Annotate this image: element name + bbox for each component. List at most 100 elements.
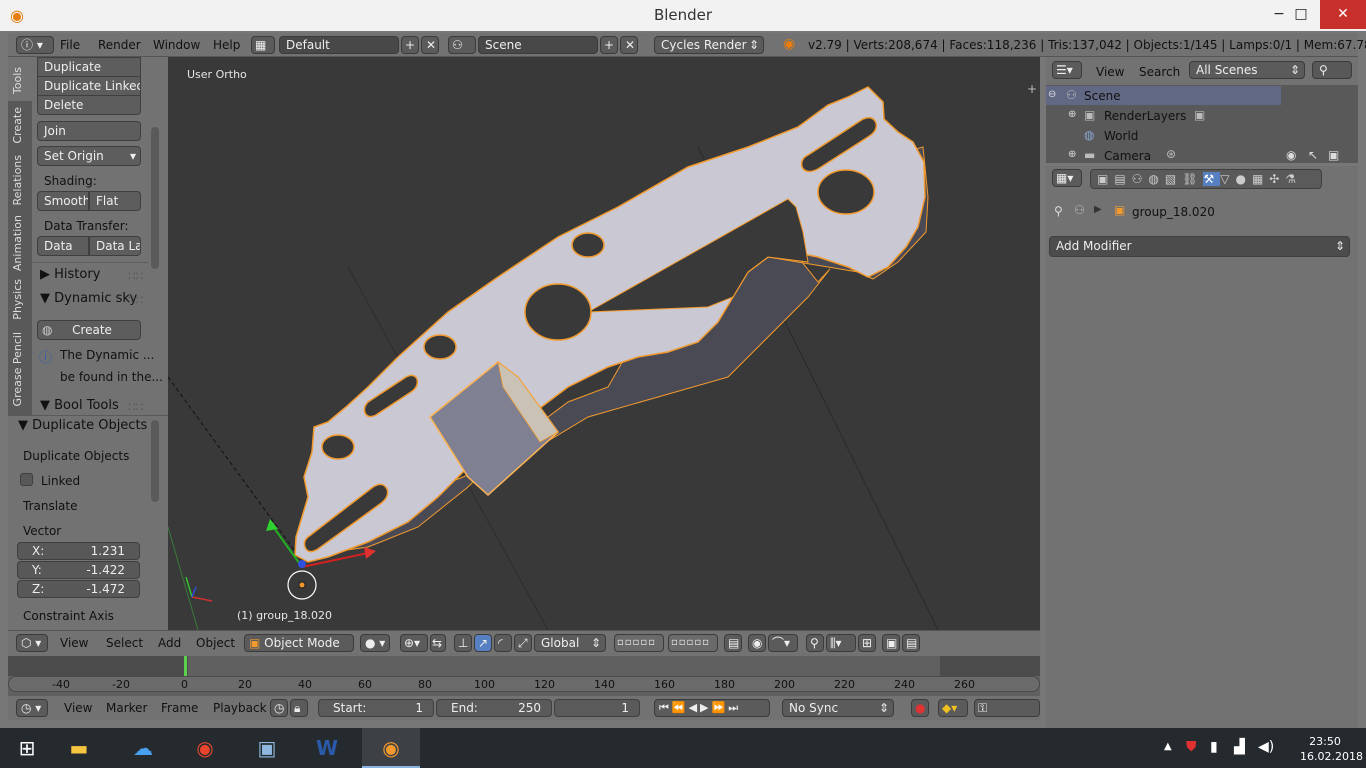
- expand-icon[interactable]: ⊕: [1068, 149, 1076, 160]
- menu-marker[interactable]: Marker: [106, 701, 147, 715]
- preview-range-icon[interactable]: ◷: [270, 699, 288, 717]
- add-layout-icon[interactable]: +: [401, 36, 419, 54]
- menu-search[interactable]: Search: [1139, 65, 1180, 79]
- antivirus-icon[interactable]: ⛊: [1186, 739, 1197, 755]
- end-frame-field[interactable]: End: 250: [436, 699, 552, 717]
- opengl-anim-icon[interactable]: ▤: [902, 634, 920, 652]
- vector-y-field[interactable]: Y: -1.422: [17, 561, 140, 579]
- drag-handle-icon[interactable]: ∷∷: [128, 293, 143, 307]
- tray-expand-icon[interactable]: ▲: [1164, 741, 1172, 752]
- tab-animation[interactable]: Animation: [11, 215, 24, 271]
- display-filter-select[interactable]: All Scenes ⇕: [1189, 61, 1305, 79]
- menu-view[interactable]: View: [60, 636, 88, 650]
- record-icon[interactable]: ●: [911, 699, 929, 717]
- tool-shelf-scrollbar[interactable]: [151, 127, 159, 269]
- duplicate-button[interactable]: Duplicate: [37, 57, 141, 77]
- set-origin-select[interactable]: Set Origin ▾: [37, 146, 141, 166]
- outliner-item-renderlayers[interactable]: RenderLayers: [1104, 109, 1186, 123]
- add-scene-icon[interactable]: +: [600, 36, 618, 54]
- manipulator-icon[interactable]: ⤢: [514, 634, 532, 652]
- menu-view[interactable]: View: [1096, 65, 1124, 79]
- selectable-cursor-icon[interactable]: ↖: [1308, 148, 1318, 162]
- network-signal-icon[interactable]: ▟: [1234, 739, 1245, 755]
- linked-checkbox[interactable]: [20, 473, 33, 486]
- remove-layout-icon[interactable]: ✕: [421, 36, 439, 54]
- menu-help[interactable]: Help: [213, 38, 240, 52]
- sync-select[interactable]: No Sync ⇕: [782, 699, 894, 717]
- timeline-area[interactable]: -40 -20 0 20 40 60 80 100 120 140 160 18…: [8, 656, 1040, 696]
- visibility-eye-icon[interactable]: ◉: [1286, 148, 1296, 162]
- falloff-icon[interactable]: ⌒▾: [768, 634, 798, 652]
- menu-playback[interactable]: Playback: [213, 701, 267, 715]
- data-button[interactable]: Data: [37, 236, 89, 256]
- tab-create[interactable]: Create: [11, 107, 24, 144]
- editor-type-3dview-icon[interactable]: ⬡ ▾: [16, 634, 48, 652]
- chrome-button[interactable]: ◉: [178, 728, 232, 768]
- vector-z-field[interactable]: Z: -1.472: [17, 580, 140, 598]
- close-button[interactable]: ✕: [1320, 0, 1366, 29]
- file-explorer-button[interactable]: ▬: [52, 728, 106, 768]
- orientation-select[interactable]: Global ⇕: [534, 634, 606, 652]
- layers-grid-1[interactable]: ▫▫▫▫▫: [614, 634, 664, 652]
- word-button[interactable]: W: [300, 728, 354, 768]
- pivot-point-icon[interactable]: ⊕▾: [400, 634, 428, 652]
- viewport-expand-icon[interactable]: +: [1027, 82, 1037, 96]
- vector-x-field[interactable]: X: 1.231: [17, 542, 140, 560]
- render-engine-select[interactable]: Cycles Render ⇕: [654, 36, 764, 54]
- viewport-shading-icon[interactable]: ● ▾: [360, 634, 390, 652]
- operator-scrollbar[interactable]: [151, 420, 159, 502]
- drag-handle-icon[interactable]: ∷∷: [128, 400, 143, 414]
- blender-taskbar-button[interactable]: ◉: [362, 728, 420, 768]
- menu-object[interactable]: Object: [196, 636, 235, 650]
- remove-scene-icon[interactable]: ✕: [620, 36, 638, 54]
- menu-view[interactable]: View: [64, 701, 92, 715]
- scene-field[interactable]: Scene: [478, 36, 598, 54]
- start-button[interactable]: ⊞: [0, 728, 54, 768]
- resource-monitor-button[interactable]: ▣: [240, 728, 294, 768]
- current-frame-field[interactable]: 1: [554, 699, 640, 717]
- expand-icon[interactable]: ⊕: [1068, 109, 1076, 120]
- search-icon[interactable]: ⚲: [1312, 61, 1352, 79]
- tab-tools[interactable]: Tools: [11, 67, 24, 94]
- rotate-manipulator-icon[interactable]: ↗: [474, 634, 492, 652]
- renderable-camera-icon[interactable]: ▣: [1328, 148, 1339, 162]
- maximize-button[interactable]: □: [1278, 0, 1324, 29]
- playback-controls[interactable]: ⏮⏪◀▶⏩⏭: [654, 699, 770, 717]
- delete-button[interactable]: Delete: [37, 95, 141, 115]
- outliner-item-world[interactable]: World: [1104, 129, 1138, 143]
- tab-grease-pencil[interactable]: Grease Pencil: [11, 332, 24, 406]
- drag-handle-icon[interactable]: ∷∷: [128, 269, 143, 283]
- manipulator-toggle-icon[interactable]: ⇆: [430, 634, 446, 652]
- clock[interactable]: 23:50 16.02.2018: [1300, 734, 1363, 764]
- modifier-wrench-icon[interactable]: ⚒: [1203, 172, 1221, 186]
- layout-field[interactable]: Default: [279, 36, 399, 54]
- keyframe-icon[interactable]: ◆▾: [938, 699, 968, 717]
- 3d-viewport[interactable]: User Ortho (1) group_18.020 +: [168, 57, 1040, 630]
- opengl-render-icon[interactable]: ▣: [882, 634, 900, 652]
- knife-model-svg[interactable]: [168, 57, 1040, 630]
- current-frame-indicator[interactable]: [184, 656, 187, 676]
- gizmo-z-axis[interactable]: [298, 560, 306, 568]
- outliner-scrollbar[interactable]: [1346, 89, 1353, 131]
- translate-manipulator-icon[interactable]: ⊥: [454, 634, 472, 652]
- start-frame-field[interactable]: Start: 1: [318, 699, 434, 717]
- menu-frame[interactable]: Frame: [161, 701, 198, 715]
- add-modifier-button[interactable]: Add Modifier ⇕: [1049, 236, 1350, 257]
- data-layer-button[interactable]: Data La: [89, 236, 141, 256]
- layers-grid-2[interactable]: ▫▫▫▫▫: [668, 634, 718, 652]
- tab-relations[interactable]: Relations: [11, 155, 24, 206]
- scene-selector-icon[interactable]: ⚇: [448, 36, 476, 54]
- editor-type-info-icon[interactable]: ⓘ ▾: [16, 36, 54, 54]
- pin-icon[interactable]: ⚲: [1054, 204, 1063, 218]
- mode-select[interactable]: ▣ Object Mode: [244, 634, 354, 652]
- outliner-item-camera[interactable]: Camera: [1104, 149, 1151, 163]
- proportional-edit-icon[interactable]: ◉: [748, 634, 766, 652]
- menu-file[interactable]: File: [60, 38, 80, 52]
- editor-type-timeline-icon[interactable]: ◷ ▾: [16, 699, 48, 717]
- menu-select[interactable]: Select: [106, 636, 143, 650]
- flat-button[interactable]: Flat: [89, 191, 141, 211]
- menu-window[interactable]: Window: [153, 38, 200, 52]
- keying-set-icon[interactable]: ⚿: [974, 699, 1040, 717]
- operator-panel-header[interactable]: ▼ Duplicate Objects: [18, 418, 147, 433]
- snap-target-icon[interactable]: ⊞: [858, 634, 876, 652]
